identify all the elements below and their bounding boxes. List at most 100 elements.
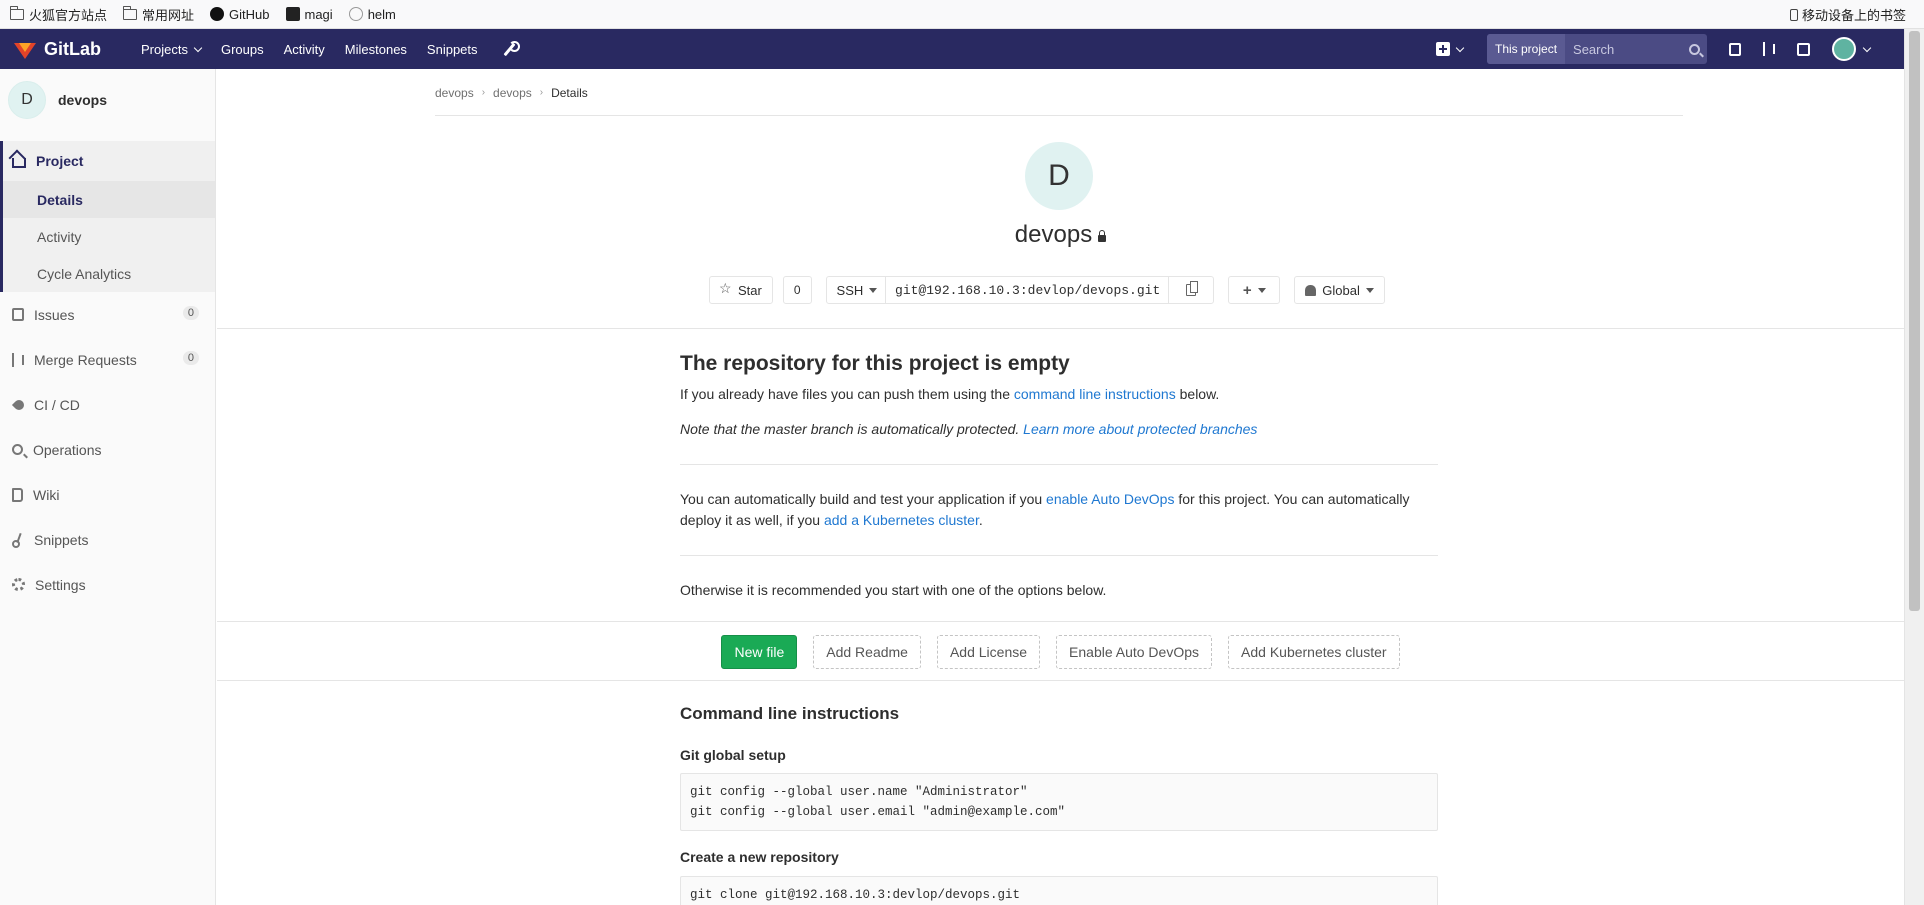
clone-url-input[interactable]: git@192.168.10.3:devlop/devops.git — [886, 276, 1169, 304]
divider — [217, 621, 1904, 622]
new-file-button[interactable]: New file — [721, 635, 798, 669]
command-line-instructions-link[interactable]: command line instructions — [1014, 386, 1176, 402]
bookmark-firefox-sites[interactable]: 火狐官方站点 — [10, 5, 107, 24]
sidebar-subitem-details[interactable]: Details — [3, 181, 215, 218]
phone-icon — [1789, 8, 1798, 21]
empty-repo-title: The repository for this project is empty — [680, 352, 1070, 375]
search-input[interactable] — [1565, 41, 1686, 57]
add-kubernetes-cluster-link[interactable]: add a Kubernetes cluster — [824, 512, 979, 528]
add-license-button[interactable]: Add License — [936, 635, 1041, 669]
divider — [680, 555, 1438, 556]
search-scope-badge[interactable]: This project — [1487, 34, 1566, 64]
star-button[interactable]: Star — [709, 276, 773, 304]
issues-icon — [12, 308, 24, 321]
git-global-setup-title: Git global setup — [680, 747, 786, 763]
protected-branches-link[interactable]: Learn more about protected branches — [1023, 421, 1257, 437]
home-icon — [12, 158, 26, 168]
sidebar-project-header[interactable]: D devops — [0, 69, 215, 131]
sidebar-item-merge-requests[interactable]: Merge Requests 0 — [0, 337, 215, 382]
sidebar-item-ci-cd[interactable]: CI / CD — [0, 382, 215, 427]
cli-title: Command line instructions — [680, 704, 900, 723]
project-avatar: D — [8, 81, 46, 119]
star-count[interactable]: 0 — [782, 276, 812, 304]
breadcrumb-group[interactable]: devops — [435, 86, 474, 100]
sidebar-item-settings[interactable]: Settings — [0, 562, 215, 607]
chevron-down-icon — [193, 43, 203, 52]
quick-actions: New file Add Readme Add License Enable A… — [217, 635, 1904, 669]
breadcrumb-current: Details — [551, 86, 588, 100]
nav-links: Projects Groups Activity Milestones Snip… — [131, 40, 520, 57]
rocket-icon — [11, 397, 27, 412]
star-icon — [719, 280, 732, 297]
admin-wrench-icon[interactable] — [502, 40, 520, 56]
bookmark-common-sites[interactable]: 常用网址 — [123, 5, 194, 24]
divider — [680, 464, 1438, 465]
bookmark-github[interactable]: GitHub — [210, 7, 270, 22]
caret-down-icon — [1257, 287, 1266, 293]
breadcrumb: devops › devops › Details — [435, 86, 1683, 116]
breadcrumb-chevron-icon: › — [481, 87, 486, 98]
plus-square-icon — [1436, 42, 1450, 56]
breadcrumb-chevron-icon: › — [539, 87, 544, 98]
sidebar-item-snippets[interactable]: Snippets — [0, 517, 215, 562]
bookmarks-bar: 火狐官方站点 常用网址 GitHub magi helm 移动设备上的书签 — [0, 0, 1924, 29]
folder-icon — [10, 5, 24, 20]
empty-repo-text-2: Note that the master branch is automatic… — [680, 421, 1258, 437]
nav-snippets[interactable]: Snippets — [417, 42, 488, 57]
bookmark-magi[interactable]: magi — [285, 7, 333, 22]
enable-auto-devops-link[interactable]: enable Auto DevOps — [1046, 491, 1174, 507]
scissors-icon — [12, 533, 24, 548]
add-readme-button[interactable]: Add Readme — [813, 635, 921, 669]
nav-projects[interactable]: Projects — [131, 42, 211, 57]
sidebar-subitem-activity[interactable]: Activity — [3, 218, 215, 255]
auto-devops-text: You can automatically build and test you… — [680, 491, 1410, 528]
add-dropdown-button[interactable]: + — [1228, 276, 1281, 304]
chevron-down-icon — [1455, 43, 1465, 52]
sidebar-item-operations[interactable]: Operations — [0, 427, 215, 472]
gear-icon — [12, 578, 25, 591]
notification-dropdown[interactable]: Global — [1294, 276, 1385, 304]
caret-down-icon — [1365, 287, 1374, 293]
copy-url-button[interactable] — [1168, 276, 1215, 304]
issues-icon[interactable] — [1729, 42, 1741, 56]
sidebar-item-issues[interactable]: Issues 0 — [0, 292, 215, 337]
new-dropdown[interactable] — [1436, 42, 1465, 56]
sidebar-item-wiki[interactable]: Wiki — [0, 472, 215, 517]
todos-icon[interactable] — [1797, 42, 1810, 56]
sidebar-subitem-cycle-analytics[interactable]: Cycle Analytics — [3, 255, 215, 292]
page-scrollbar[interactable] — [1904, 29, 1924, 905]
create-repo-title: Create a new repository — [680, 849, 839, 865]
empty-repo-text-1: If you already have files you can push t… — [680, 386, 1220, 402]
bookmark-helm[interactable]: helm — [348, 7, 396, 22]
caret-down-icon — [869, 287, 878, 293]
folder-icon — [123, 5, 138, 20]
enable-auto-devops-button[interactable]: Enable Auto DevOps — [1056, 635, 1213, 669]
clipboard-icon — [1186, 281, 1199, 296]
project-actions: Star 0 SSH git@192.168.10.3:devlop/devop… — [709, 276, 1385, 304]
project-title: devops — [1014, 221, 1093, 248]
scrollbar-thumb[interactable] — [1909, 31, 1920, 611]
breadcrumb-project[interactable]: devops — [493, 86, 532, 100]
nav-groups[interactable]: Groups — [211, 42, 274, 57]
divider — [217, 328, 1904, 329]
divider — [217, 680, 1904, 681]
sidebar-item-project[interactable]: Project — [0, 141, 215, 181]
git-global-setup-code: git config --global user.name "Administr… — [680, 773, 1438, 831]
user-avatar[interactable] — [1832, 37, 1856, 61]
nav-right: This project — [1436, 29, 1872, 69]
create-repo-code: git clone git@192.168.10.3:devlop/devops… — [680, 876, 1438, 905]
chevron-down-icon[interactable] — [1862, 43, 1872, 52]
clone-protocol-dropdown[interactable]: SSH — [825, 276, 887, 304]
sidebar-project-name: devops — [58, 92, 108, 108]
add-kubernetes-cluster-button[interactable]: Add Kubernetes cluster — [1228, 635, 1400, 669]
gitlab-logo[interactable]: GitLab — [14, 39, 101, 60]
search-icon — [1689, 43, 1701, 55]
top-navbar: GitLab Projects Groups Activity Mileston… — [0, 29, 1904, 69]
nav-milestones[interactable]: Milestones — [335, 42, 417, 57]
gitlab-tanuki-icon — [14, 39, 36, 59]
mobile-bookmarks[interactable]: 移动设备上的书签 — [1789, 0, 1906, 29]
nav-activity[interactable]: Activity — [274, 42, 335, 57]
merge-request-icon[interactable] — [1763, 42, 1775, 56]
bell-icon — [1305, 284, 1317, 296]
lock-icon — [1098, 229, 1107, 242]
